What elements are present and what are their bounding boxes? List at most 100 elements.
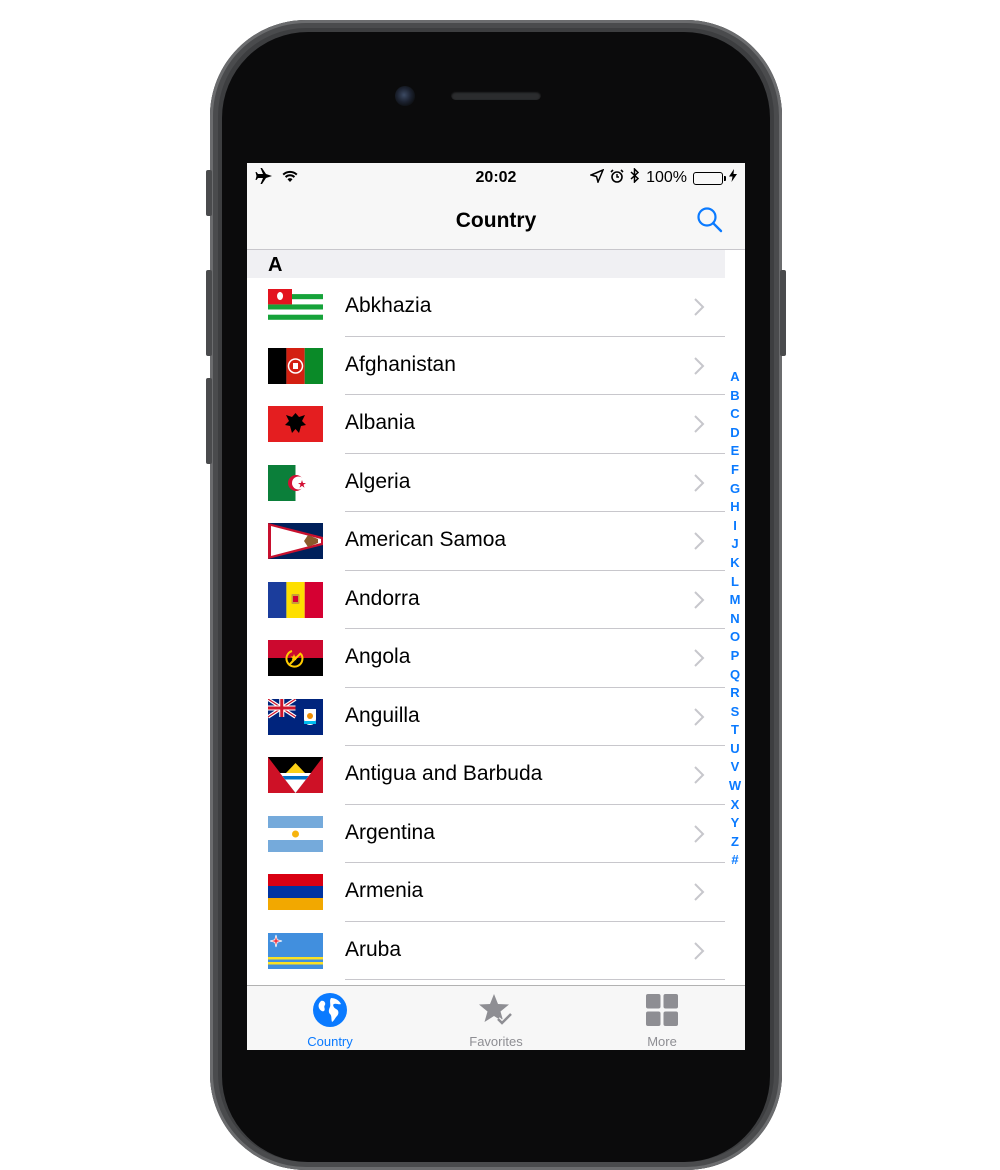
chevron-right-icon (693, 473, 705, 498)
index-letter[interactable]: A (725, 368, 745, 387)
armenia-flag-icon (268, 874, 323, 910)
chevron-right-icon (693, 531, 705, 556)
country-name: Andorra (345, 586, 420, 610)
country-name: Algeria (345, 469, 411, 493)
bluetooth-icon (630, 167, 640, 188)
country-name: Angola (345, 645, 411, 668)
list-item[interactable]: Antigua and Barbuda (247, 746, 725, 805)
index-letter[interactable]: O (725, 628, 745, 647)
grid-icon (646, 994, 678, 1026)
tab-favorites[interactable]: Favorites (413, 986, 579, 1050)
index-letter[interactable]: H (725, 498, 745, 517)
aruba-flag-icon (268, 932, 323, 969)
index-letter[interactable]: V (725, 758, 745, 777)
page-title: Country (455, 209, 537, 232)
tab-country[interactable]: Country (247, 986, 413, 1050)
mute-switch (206, 170, 212, 216)
index-letter[interactable]: # (725, 851, 745, 870)
index-letter[interactable]: S (725, 703, 745, 722)
tab-more[interactable]: More (579, 986, 745, 1050)
status-bar: 20:02 100% (247, 163, 745, 193)
index-letter[interactable]: R (725, 684, 745, 703)
index-letter[interactable]: E (725, 442, 745, 461)
list-item[interactable]: Albania (247, 395, 725, 454)
country-name: Antigua and Barbuda (345, 762, 543, 785)
index-letter[interactable]: P (725, 647, 745, 666)
country-name: Aruba (345, 937, 402, 961)
navigation-bar: Country (247, 193, 745, 250)
charging-bolt-icon (729, 169, 737, 187)
index-letter[interactable]: U (725, 740, 745, 759)
search-button[interactable] (695, 205, 725, 235)
chevron-right-icon (693, 414, 705, 439)
index-letter[interactable]: B (725, 387, 745, 406)
country-name: Armenia (345, 879, 424, 902)
chevron-right-icon (693, 824, 705, 849)
country-name: Argentina (345, 820, 435, 844)
index-letter[interactable]: Y (725, 814, 745, 833)
index-letter[interactable]: Z (725, 833, 745, 852)
list-item[interactable]: Andorra (247, 570, 725, 629)
anguilla-flag-icon (268, 698, 323, 735)
phone-screen: 20:02 100% Country A Abkhazia Afghanista… (247, 163, 745, 1050)
country-name: Afghanistan (345, 352, 456, 376)
search-icon (697, 207, 723, 233)
earpiece-speaker (451, 91, 541, 100)
index-letter[interactable]: D (725, 424, 745, 443)
list-item[interactable]: Anguilla (247, 687, 725, 746)
argentina-flag-icon (268, 815, 323, 852)
battery-percent: 100% (646, 169, 687, 186)
list-item[interactable]: Angola (247, 629, 725, 688)
battery-icon (693, 171, 726, 185)
row-separator (345, 979, 725, 980)
albania-flag-icon (268, 406, 323, 442)
index-letter[interactable]: I (725, 517, 745, 536)
tab-label: More (647, 1034, 677, 1049)
list-item[interactable]: Abkhazia (247, 278, 725, 337)
chevron-right-icon (693, 941, 705, 966)
chevron-right-icon (693, 648, 705, 673)
star-check-icon (479, 994, 513, 1027)
section-header: A (247, 250, 725, 278)
chevron-right-icon (693, 882, 705, 907)
index-letter[interactable]: F (725, 461, 745, 480)
algeria-flag-icon (268, 464, 323, 501)
chevron-right-icon (693, 765, 705, 790)
globe-icon (313, 993, 347, 1027)
country-name: Abkhazia (345, 294, 432, 317)
index-letter[interactable]: X (725, 796, 745, 815)
andorra-flag-icon (268, 581, 323, 618)
index-letter[interactable]: L (725, 573, 745, 592)
index-letter[interactable]: W (725, 777, 745, 796)
list-item[interactable]: Algeria (247, 453, 725, 512)
list-item[interactable]: Aruba (247, 921, 725, 980)
afghanistan-flag-icon (268, 347, 323, 384)
list-item[interactable]: Afghanistan (247, 336, 725, 395)
tab-bar: Country Favorites More (247, 985, 745, 1050)
american-samoa-flag-icon (268, 523, 323, 559)
index-letter[interactable]: J (725, 535, 745, 554)
section-index[interactable]: A B C D E F G H I J K L M N O P Q R S T … (725, 368, 745, 870)
list-item[interactable]: Armenia (247, 863, 725, 922)
chevron-right-icon (693, 297, 705, 322)
list-item[interactable]: American Samoa (247, 512, 725, 571)
list-item[interactable]: Argentina (247, 804, 725, 863)
index-letter[interactable]: G (725, 480, 745, 499)
volume-down-button (206, 378, 212, 464)
index-letter[interactable]: N (725, 610, 745, 629)
alarm-icon (610, 168, 624, 188)
index-letter[interactable]: C (725, 405, 745, 424)
country-list[interactable]: A Abkhazia Afghanistan Albania Algeria A… (247, 250, 725, 985)
index-letter[interactable]: T (725, 721, 745, 740)
tab-label: Country (307, 1034, 353, 1049)
chevron-right-icon (693, 356, 705, 381)
country-name: Anguilla (345, 703, 420, 727)
index-letter[interactable]: Q (725, 666, 745, 685)
volume-up-button (206, 270, 212, 356)
abkhazia-flag-icon (268, 289, 323, 325)
tab-label: Favorites (469, 1034, 523, 1049)
chevron-right-icon (693, 590, 705, 615)
index-letter[interactable]: M (725, 591, 745, 610)
front-camera (395, 86, 415, 106)
index-letter[interactable]: K (725, 554, 745, 573)
